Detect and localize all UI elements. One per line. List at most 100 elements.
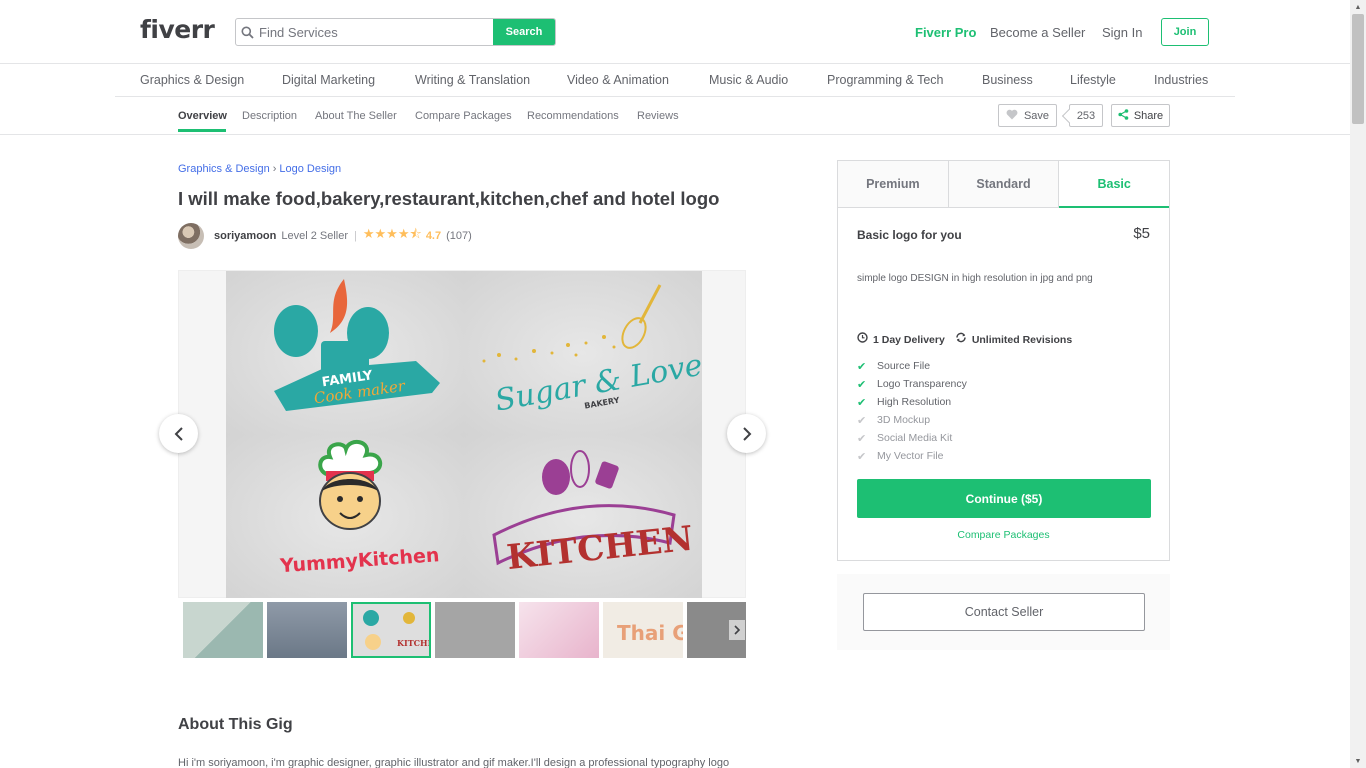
feature-label: High Resolution (877, 396, 952, 408)
tab-basic[interactable]: Basic (1059, 161, 1170, 208)
thumbnail-1[interactable] (183, 602, 263, 658)
clock-icon (857, 332, 868, 346)
active-tab-indicator (178, 129, 226, 132)
tab-premium[interactable]: Premium (838, 161, 949, 208)
scroll-up-icon[interactable]: ▲ (1350, 0, 1366, 14)
review-count[interactable]: (107) (446, 230, 472, 242)
category-digital-marketing[interactable]: Digital Marketing (282, 73, 375, 87)
revisions: Unlimited Revisions (955, 332, 1072, 346)
package-tabs: Premium Standard Basic (838, 161, 1170, 208)
tab-reviews[interactable]: Reviews (637, 110, 679, 122)
tab-overview[interactable]: Overview (178, 110, 227, 122)
about-gig-text: Hi i'm soriyamoon, i'm graphic designer,… (178, 757, 730, 768)
category-bar: Graphics & Design Digital Marketing Writ… (115, 65, 1235, 97)
scroll-thumb[interactable] (1352, 14, 1364, 124)
delivery-label: 1 Day Delivery (873, 334, 945, 346)
logo-kitchen: KITCHEN (464, 435, 702, 598)
gallery-next-button[interactable] (727, 414, 766, 453)
logo3-text: YummyKitchen (278, 544, 440, 577)
search-button[interactable]: Search (493, 19, 555, 45)
seller-name[interactable]: soriyamoon (214, 230, 276, 242)
check-icon: ✔ (857, 396, 867, 409)
check-icon: ✔ (857, 360, 867, 373)
sign-in-link[interactable]: Sign In (1102, 0, 1142, 64)
logo-family-cook-maker: FAMILY Cook maker (226, 271, 464, 435)
thumbnail-2[interactable] (267, 602, 347, 658)
category-industries[interactable]: Industries (1154, 73, 1208, 87)
thumbnail-3[interactable]: KITCHEN (351, 602, 441, 658)
revisions-label: Unlimited Revisions (971, 334, 1073, 346)
thumbnail-6[interactable]: Thai Green (603, 602, 740, 658)
share-icon (1118, 108, 1129, 123)
chevron-right-icon (742, 426, 751, 441)
feature-item: ✔ Source File (857, 357, 967, 375)
seller-info: soriyamoon Level 2 Seller | ★★★★⯪ 4.7 (1… (178, 223, 472, 249)
breadcrumb-logo-design[interactable]: Logo Design (279, 163, 341, 175)
refresh-icon (955, 332, 967, 346)
feature-label: Social Media Kit (877, 432, 953, 444)
scroll-down-icon[interactable]: ▼ (1350, 754, 1366, 768)
tab-recommendations[interactable]: Recommendations (527, 110, 619, 122)
package-panel: Premium Standard Basic Basic logo for yo… (837, 160, 1170, 561)
tab-about-seller[interactable]: About The Seller (315, 110, 397, 122)
logo-sugar-love: Sugar & Love BAKERY (464, 271, 702, 435)
contact-section: Contact Seller (837, 574, 1170, 650)
package-meta: 1 Day Delivery Unlimited Revisions (857, 332, 1072, 346)
become-seller-link[interactable]: Become a Seller (990, 0, 1085, 64)
category-video-animation[interactable]: Video & Animation (567, 73, 669, 87)
join-button[interactable]: Join (1161, 18, 1209, 46)
rating-value: 4.7 (425, 230, 442, 242)
category-lifestyle[interactable]: Lifestyle (1070, 73, 1116, 87)
logo-yummy-kitchen: YummyKitchen (226, 435, 464, 598)
divider: | (354, 230, 357, 242)
search-icon (236, 19, 258, 45)
feature-item: ✔ My Vector File (857, 447, 967, 465)
tab-description[interactable]: Description (242, 110, 297, 122)
feature-label: 3D Mockup (877, 414, 931, 426)
tab-standard[interactable]: Standard (948, 161, 1060, 208)
thumbs-next-button[interactable] (729, 620, 745, 640)
fiverr-logo[interactable]: fiverr (140, 15, 215, 44)
breadcrumb: Graphics & Design › Logo Design (178, 163, 341, 175)
search-bar[interactable]: Find Services Search (235, 18, 556, 46)
tab-compare-packages[interactable]: Compare Packages (415, 110, 512, 122)
thumbnail-6-text: Thai Green (617, 621, 683, 645)
feature-item: ✔ Social Media Kit (857, 429, 967, 447)
fiverr-pro-link[interactable]: Fiverr Pro (915, 0, 976, 64)
category-music-audio[interactable]: Music & Audio (709, 73, 788, 87)
category-writing-translation[interactable]: Writing & Translation (415, 73, 530, 87)
about-gig-title: About This Gig (178, 716, 293, 733)
category-graphics-design[interactable]: Graphics & Design (140, 73, 244, 87)
check-icon: ✔ (857, 450, 867, 463)
seller-avatar[interactable] (178, 223, 204, 249)
gallery-main-image[interactable]: FAMILY Cook maker Sugar & Love BAKERY Yu… (226, 271, 702, 598)
save-button[interactable]: Save (998, 104, 1057, 127)
save-label: Save (1023, 109, 1050, 122)
breadcrumb-graphics-design[interactable]: Graphics & Design (178, 163, 270, 175)
feature-label: My Vector File (877, 450, 944, 462)
category-programming-tech[interactable]: Programming & Tech (827, 73, 944, 87)
continue-button[interactable]: Continue ($5) (857, 479, 1151, 518)
delivery-time: 1 Day Delivery (857, 332, 945, 346)
feature-label: Logo Transparency (877, 378, 967, 390)
gallery-thumbnails: KITCHEN Thai Green (183, 602, 746, 658)
logo4-text: KITCHEN (505, 519, 695, 578)
seller-level: Level 2 Seller (281, 230, 349, 242)
save-count: 253 (1069, 104, 1103, 127)
chevron-right-icon (733, 625, 740, 635)
check-icon: ✔ (857, 432, 867, 445)
gallery-prev-button[interactable] (159, 414, 198, 453)
compare-packages-link[interactable]: Compare Packages (838, 529, 1169, 541)
page-scrollbar[interactable]: ▲ ▼ (1350, 0, 1366, 768)
contact-seller-button[interactable]: Contact Seller (863, 593, 1145, 631)
thumbnail-4[interactable] (435, 602, 515, 658)
breadcrumb-separator: › (272, 163, 277, 175)
share-button[interactable]: Share (1111, 104, 1170, 127)
search-input[interactable]: Find Services (258, 19, 493, 45)
package-price: $5 (1133, 225, 1150, 242)
chevron-left-icon (174, 426, 183, 441)
category-business[interactable]: Business (982, 73, 1033, 87)
thumbnail-5[interactable] (519, 602, 599, 658)
package-name: Basic logo for you (857, 228, 962, 242)
feature-label: Source File (877, 360, 931, 372)
